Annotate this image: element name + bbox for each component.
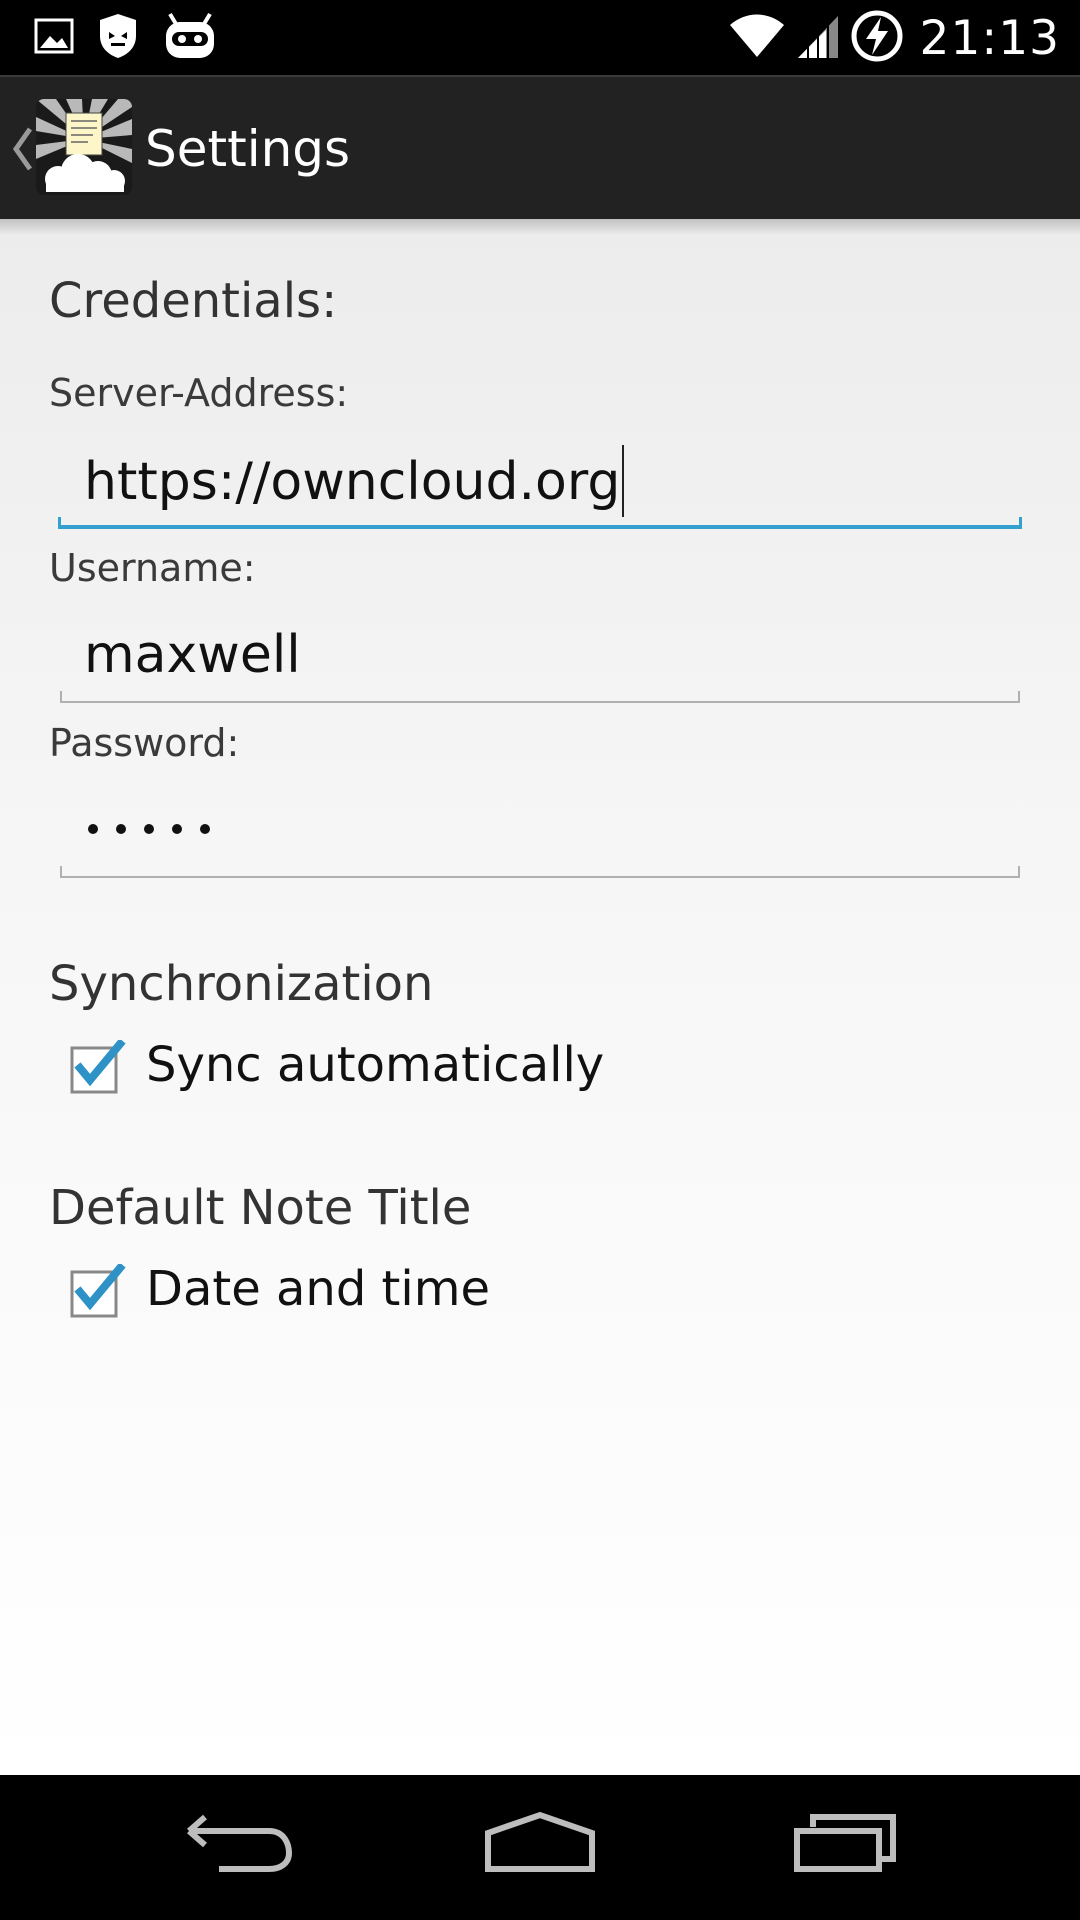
cell-signal-icon	[796, 12, 840, 64]
credentials-heading: Credentials:	[49, 273, 338, 329]
password-dots	[88, 824, 210, 834]
cyanogen-mascot-icon	[162, 10, 218, 66]
page-title: Settings	[145, 120, 351, 178]
field-underline	[60, 866, 1020, 878]
settings-content: Credentials: Server-Address: https://own…	[0, 219, 1080, 1775]
sync-automatically-label: Sync automatically	[146, 1037, 605, 1093]
server-address-field[interactable]: https://owncloud.org	[58, 437, 1022, 529]
date-and-time-row[interactable]: Date and time	[70, 1259, 490, 1319]
back-button[interactable]	[160, 1795, 320, 1895]
field-underline	[58, 517, 1022, 529]
action-bar-shadow	[0, 219, 1080, 235]
navigation-bar	[0, 1775, 1080, 1920]
password-dot	[116, 824, 126, 834]
username-label: Username:	[49, 546, 256, 590]
wifi-icon	[728, 13, 786, 63]
server-address-label: Server-Address:	[49, 371, 349, 415]
password-label: Password:	[49, 721, 240, 765]
password-dot	[88, 824, 98, 834]
recents-button[interactable]	[765, 1795, 925, 1895]
synchronization-heading: Synchronization	[49, 956, 434, 1012]
text-cursor	[622, 445, 625, 517]
field-underline	[60, 691, 1020, 703]
password-field[interactable]	[60, 786, 1020, 878]
password-dot	[200, 824, 210, 834]
server-address-value: https://owncloud.org	[84, 445, 625, 521]
password-dot	[144, 824, 154, 834]
sync-automatically-row[interactable]: Sync automatically	[70, 1035, 604, 1095]
home-button[interactable]	[460, 1795, 620, 1895]
status-bar: 21:13	[0, 0, 1080, 75]
owncloud-notes-app-icon[interactable]	[36, 99, 132, 195]
home-icon	[484, 1811, 596, 1879]
password-dot	[172, 824, 182, 834]
username-field[interactable]: maxwell	[60, 611, 1020, 703]
back-icon	[185, 1813, 295, 1877]
date-and-time-label: Date and time	[146, 1261, 490, 1317]
date-and-time-checkbox[interactable]	[70, 1262, 126, 1318]
guardian-shield-icon	[96, 12, 140, 64]
recents-icon	[793, 1813, 897, 1877]
default-note-title-heading: Default Note Title	[49, 1180, 472, 1236]
action-bar: Settings	[0, 75, 1080, 219]
up-caret-icon[interactable]	[10, 125, 34, 173]
battery-charging-icon	[850, 9, 904, 67]
status-time: 21:13	[919, 10, 1060, 66]
username-value: maxwell	[84, 625, 301, 685]
sync-automatically-checkbox[interactable]	[70, 1038, 126, 1094]
image-icon	[34, 16, 74, 60]
